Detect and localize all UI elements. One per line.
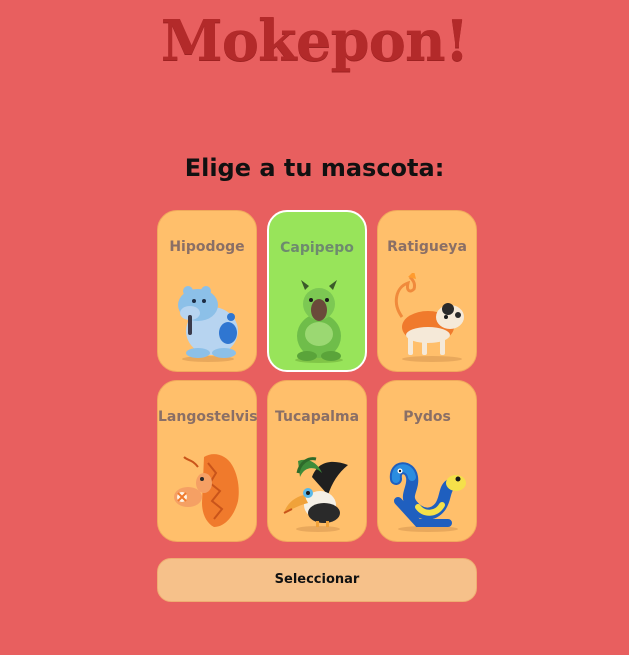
pydos-icon [389,462,466,532]
hipodoge-icon [178,286,238,362]
pet-card-pydos[interactable]: Pydos [377,380,477,542]
pet-name: Ratigueya [387,239,467,255]
pet-card-grid: Hipodoge Capipepo Ratigueya Langostelvis… [157,210,477,542]
game-title: Mokepon! [160,8,470,74]
pet-name: Pydos [403,409,451,425]
capipepo-icon [295,280,343,363]
pet-name: Langostelvis [158,409,258,425]
pet-name: Hipodoge [169,239,245,255]
ratigueya-icon [394,273,464,362]
pet-name: Capipepo [280,240,354,256]
pet-name: Tucapalma [274,409,360,425]
pet-card-tucapalma[interactable]: Tucapalma [267,380,367,542]
pet-selection-prompt: Elige a tu mascota: [184,154,445,182]
pet-card-hipodoge[interactable]: Hipodoge [157,210,257,372]
pet-card-ratigueya[interactable]: Ratigueya [377,210,477,372]
select-pet-button[interactable]: Seleccionar [157,558,477,602]
pet-card-capipepo[interactable]: Capipepo [267,210,367,372]
tucapalma-icon [283,457,348,532]
langostelvis-icon [174,454,239,527]
pet-card-langostelvis[interactable]: Langostelvis [157,380,258,542]
